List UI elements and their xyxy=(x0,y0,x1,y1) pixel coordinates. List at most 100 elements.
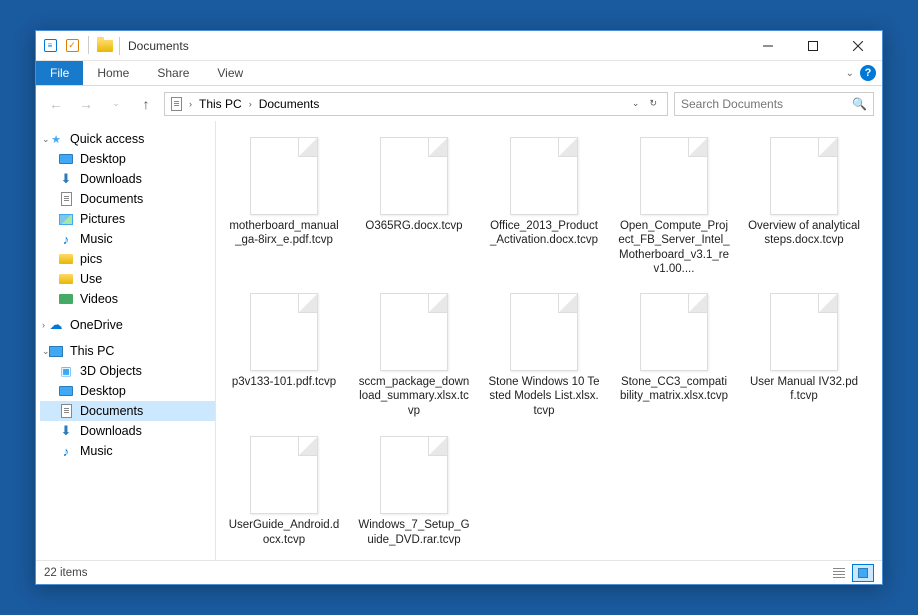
file-name-label: Open_Compute_Project_FB_Server_Intel_Mot… xyxy=(618,219,730,275)
up-button[interactable]: ↑ xyxy=(134,92,158,116)
navigation-pane[interactable]: ⌄ ★ Quick access Desktop ⬇Downloads Docu… xyxy=(36,121,216,560)
qat-select-icon[interactable]: ✓ xyxy=(62,36,82,56)
ribbon-expand-icon[interactable]: ⌄ xyxy=(846,68,854,79)
file-name-label: Windows_7_Setup_Guide_DVD.rar.tcvp xyxy=(358,518,470,547)
file-item[interactable]: Overview of analytical steps.docx.tcvp xyxy=(744,133,864,279)
pictures-icon xyxy=(58,211,74,227)
file-name-label: UserGuide_Android.docx.tcvp xyxy=(228,518,340,547)
file-item[interactable]: Windows_7_Setup_Guide_DVD.rar.tcvp xyxy=(354,432,474,551)
videos-icon xyxy=(58,291,74,307)
file-icon xyxy=(770,293,838,371)
file-name-label: User Manual IV32.pdf.tcvp xyxy=(748,375,860,404)
chevron-down-icon[interactable]: ⌄ xyxy=(42,134,50,145)
folder-icon xyxy=(58,271,74,287)
tab-home[interactable]: Home xyxy=(83,61,143,85)
sidebar-item-label: This PC xyxy=(70,344,114,358)
file-item[interactable]: Office_2013_Product_Activation.docx.tcvp xyxy=(484,133,604,279)
ribbon: File Home Share View ⌄ ? xyxy=(36,61,882,86)
minimize-button[interactable] xyxy=(745,31,790,60)
address-bar[interactable]: › This PC › Documents ⌄ ↻ xyxy=(164,92,668,116)
tab-view[interactable]: View xyxy=(203,61,257,85)
address-root-icon[interactable] xyxy=(167,93,186,115)
download-icon: ⬇ xyxy=(58,171,74,187)
music-icon: ♪ xyxy=(58,231,74,247)
sidebar-item-3d-objects[interactable]: ▣3D Objects xyxy=(40,361,215,381)
3d-icon: ▣ xyxy=(58,363,74,379)
qat-properties-icon[interactable]: ≡ xyxy=(40,36,60,56)
separator xyxy=(88,36,89,54)
file-icon xyxy=(250,293,318,371)
forward-button[interactable]: → xyxy=(74,92,98,116)
documents-icon xyxy=(171,97,182,111)
sidebar-item-documents[interactable]: Documents xyxy=(40,189,215,209)
sidebar-item-label: OneDrive xyxy=(70,318,123,332)
separator xyxy=(119,37,120,55)
file-item[interactable]: Open_Compute_Project_FB_Server_Intel_Mot… xyxy=(614,133,734,279)
file-item[interactable]: sccm_package_download_summary.xlsx.tcvp xyxy=(354,289,474,422)
tab-share[interactable]: Share xyxy=(143,61,203,85)
file-icon xyxy=(250,137,318,215)
sidebar-item-use[interactable]: Use xyxy=(40,269,215,289)
chevron-down-icon[interactable]: ⌄ xyxy=(42,346,50,357)
search-box[interactable]: 🔍 xyxy=(674,92,874,116)
file-item[interactable]: UserGuide_Android.docx.tcvp xyxy=(224,432,344,551)
breadcrumb-this-pc[interactable]: This PC xyxy=(195,93,246,115)
star-icon: ★ xyxy=(48,131,64,147)
file-item[interactable]: O365RG.docx.tcvp xyxy=(354,133,474,279)
sidebar-quick-access[interactable]: ⌄ ★ Quick access xyxy=(40,129,215,149)
address-history-dropdown[interactable]: ⌄ xyxy=(628,96,644,111)
sidebar-item-label: Use xyxy=(80,272,102,286)
sidebar-onedrive[interactable]: › ☁ OneDrive xyxy=(40,315,215,335)
sidebar-item-pictures[interactable]: Pictures xyxy=(40,209,215,229)
sidebar-item-downloads[interactable]: ⬇Downloads xyxy=(40,421,215,441)
chevron-right-icon[interactable]: › xyxy=(186,99,195,109)
sidebar-item-desktop[interactable]: Desktop xyxy=(40,149,215,169)
sidebar-item-label: pics xyxy=(80,252,102,266)
sidebar-item-pics[interactable]: pics xyxy=(40,249,215,269)
sidebar-item-documents[interactable]: Documents xyxy=(40,401,215,421)
view-large-icons-button[interactable] xyxy=(852,564,874,582)
sidebar-item-videos[interactable]: Videos xyxy=(40,289,215,309)
file-icon xyxy=(640,293,708,371)
file-item[interactable]: User Manual IV32.pdf.tcvp xyxy=(744,289,864,422)
tab-file[interactable]: File xyxy=(36,61,83,85)
documents-icon xyxy=(58,403,74,419)
file-item[interactable]: Stone Windows 10 Tested Models List.xlsx… xyxy=(484,289,604,422)
sidebar-item-label: Music xyxy=(80,444,113,458)
explorer-window: ≡ ✓ Documents File Home Share View ⌄ ? ←… xyxy=(35,30,883,585)
sidebar-item-downloads[interactable]: ⬇Downloads xyxy=(40,169,215,189)
chevron-right-icon[interactable]: › xyxy=(246,99,255,109)
sidebar-this-pc[interactable]: ⌄ This PC xyxy=(40,341,215,361)
music-icon: ♪ xyxy=(58,443,74,459)
search-icon[interactable]: 🔍 xyxy=(852,97,867,111)
file-name-label: motherboard_manual_ga-8irx_e.pdf.tcvp xyxy=(228,219,340,248)
file-item[interactable]: Stone_CC3_compatibility_matrix.xlsx.tcvp xyxy=(614,289,734,422)
chevron-right-icon[interactable]: › xyxy=(42,320,45,330)
sidebar-item-label: Pictures xyxy=(80,212,125,226)
file-icon xyxy=(380,436,448,514)
sidebar-item-desktop[interactable]: Desktop xyxy=(40,381,215,401)
file-list[interactable]: motherboard_manual_ga-8irx_e.pdf.tcvp O36… xyxy=(216,121,882,560)
breadcrumb-documents[interactable]: Documents xyxy=(255,93,324,115)
file-item[interactable]: motherboard_manual_ga-8irx_e.pdf.tcvp xyxy=(224,133,344,279)
sidebar-item-music[interactable]: ♪ Music xyxy=(40,441,215,461)
desktop-icon xyxy=(58,151,74,167)
file-name-label: Stone_CC3_compatibility_matrix.xlsx.tcvp xyxy=(618,375,730,404)
file-name-label: Overview of analytical steps.docx.tcvp xyxy=(748,219,860,248)
file-item[interactable]: p3v133-101.pdf.tcvp xyxy=(224,289,344,422)
close-button[interactable] xyxy=(835,31,880,60)
sidebar-item-label: Videos xyxy=(80,292,118,306)
search-input[interactable] xyxy=(681,97,852,111)
address-row: ← → ⌄ ↑ › This PC › Documents ⌄ ↻ 🔍 xyxy=(36,86,882,121)
file-icon xyxy=(510,293,578,371)
recent-dropdown[interactable]: ⌄ xyxy=(104,92,128,116)
download-icon: ⬇ xyxy=(58,423,74,439)
sidebar-item-music[interactable]: ♪Music xyxy=(40,229,215,249)
view-details-button[interactable] xyxy=(828,564,850,582)
help-button[interactable]: ? xyxy=(860,65,876,81)
maximize-button[interactable] xyxy=(790,31,835,60)
file-name-label: Office_2013_Product_Activation.docx.tcvp xyxy=(488,219,600,248)
refresh-button[interactable]: ↻ xyxy=(645,96,661,111)
sidebar-item-label: Documents xyxy=(80,404,143,418)
back-button[interactable]: ← xyxy=(44,92,68,116)
